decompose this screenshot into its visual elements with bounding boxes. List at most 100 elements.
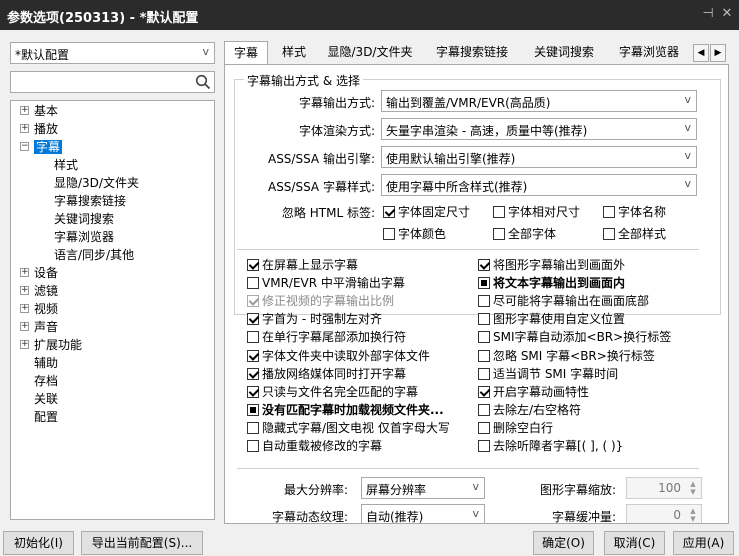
- expand-plus-icon[interactable]: +: [20, 124, 29, 133]
- ignore-html-checkbox[interactable]: 字体名称: [603, 204, 666, 220]
- checkbox-box[interactable]: [247, 277, 259, 290]
- init-button[interactable]: 初始化(I): [3, 531, 74, 555]
- cancel-button[interactable]: 取消(C): [604, 531, 665, 555]
- subtitle-option-checkbox[interactable]: 将图形字幕输出到画面外: [478, 257, 625, 273]
- expand-plus-icon[interactable]: +: [20, 268, 29, 277]
- tree-item[interactable]: + 播放: [20, 120, 58, 138]
- tree-item[interactable]: 样式: [54, 156, 78, 174]
- apply-button[interactable]: 应用(A): [673, 531, 734, 555]
- tree-item[interactable]: + 滤镜: [20, 282, 58, 300]
- image-scale-stepper[interactable]: 100 ▲ ▼: [626, 477, 702, 499]
- tab[interactable]: 显隐/3D/文件夹: [320, 41, 420, 65]
- font-render-select[interactable]: 矢量字串渲染 - 高速，质量中等(推荐) v: [381, 118, 697, 140]
- subtitle-option-checkbox[interactable]: SMI字幕自动添加<BR>换行标签: [478, 329, 671, 345]
- expand-plus-icon[interactable]: +: [20, 322, 29, 331]
- close-icon[interactable]: ✕: [718, 5, 736, 23]
- ignore-html-checkbox[interactable]: 全部字体: [493, 226, 556, 242]
- checkbox-box[interactable]: [493, 228, 505, 240]
- subtitle-option-checkbox[interactable]: 自动重载被修改的字幕: [247, 438, 382, 454]
- subtitle-option-checkbox[interactable]: VMR/EVR 中平滑输出字幕: [247, 275, 405, 291]
- subtitle-option-checkbox[interactable]: 修正视频的字幕输出比例: [247, 293, 394, 309]
- pin-icon[interactable]: ⊣: [699, 5, 717, 23]
- ass-style-select[interactable]: 使用字幕中所含样式(推荐) v: [381, 174, 697, 196]
- subtitle-option-checkbox[interactable]: 在单行字幕尾部添加换行符: [247, 329, 406, 345]
- tree-item[interactable]: 辅助: [34, 354, 58, 372]
- checkbox-box[interactable]: [478, 403, 490, 416]
- checkbox-box[interactable]: [478, 313, 490, 326]
- tree-item[interactable]: 关键词搜索: [54, 210, 114, 228]
- tab[interactable]: 样式: [272, 41, 316, 65]
- checkbox-box[interactable]: [493, 206, 505, 218]
- subtitle-option-checkbox[interactable]: 图形字幕使用自定义位置: [478, 311, 625, 327]
- checkbox-box[interactable]: [247, 367, 259, 380]
- checkbox-box[interactable]: [478, 385, 490, 398]
- subtitle-option-checkbox[interactable]: 字首为 - 时强制左对齐: [247, 311, 382, 327]
- checkbox-box[interactable]: [247, 295, 259, 308]
- subtitle-option-checkbox[interactable]: 适当调节 SMI 字幕时间: [478, 366, 618, 382]
- tree-item[interactable]: + 扩展功能: [20, 336, 82, 354]
- subtitle-option-checkbox[interactable]: 字体文件夹中读取外部字体文件: [247, 348, 430, 364]
- checkbox-box[interactable]: [383, 206, 395, 218]
- ignore-html-checkbox[interactable]: 字体相对尺寸: [493, 204, 580, 220]
- checkbox-box[interactable]: [478, 367, 490, 380]
- settings-tree[interactable]: + 基本 + 播放 − 字幕 样式 显隐/3D/文件夹 字幕搜索链接 关键词搜索 字幕浏览器 语言/同…: [10, 100, 215, 520]
- ignore-html-checkbox[interactable]: 字体颜色: [383, 226, 446, 242]
- checkbox-box[interactable]: [383, 228, 395, 240]
- checkbox-box[interactable]: [478, 421, 490, 434]
- spin-arrows-icon[interactable]: ▲ ▼: [687, 507, 699, 523]
- collapse-minus-icon[interactable]: −: [20, 142, 29, 151]
- export-config-button[interactable]: 导出当前配置(S)...: [81, 531, 203, 555]
- subtitle-option-checkbox[interactable]: 去除听障者字幕[( ], ( )}: [478, 438, 623, 454]
- expand-plus-icon[interactable]: +: [20, 106, 29, 115]
- tree-item[interactable]: 配置: [34, 408, 58, 426]
- output-mode-select[interactable]: 输出到覆盖/VMR/EVR(高品质) v: [381, 90, 697, 112]
- checkbox-box[interactable]: [247, 403, 259, 416]
- checkbox-box[interactable]: [247, 440, 259, 452]
- checkbox-box[interactable]: [247, 331, 259, 344]
- checkbox-box[interactable]: [603, 228, 615, 240]
- checkbox-box[interactable]: [247, 313, 259, 326]
- checkbox-box[interactable]: [247, 421, 259, 434]
- tree-item[interactable]: 存档: [34, 372, 58, 390]
- checkbox-box[interactable]: [247, 259, 259, 271]
- tree-item[interactable]: 显隐/3D/文件夹: [54, 174, 139, 192]
- checkbox-box[interactable]: [478, 259, 490, 271]
- ignore-html-checkbox[interactable]: 字体固定尺寸: [383, 204, 470, 220]
- tab-scroll-right-icon[interactable]: ▶: [710, 44, 726, 62]
- tree-item[interactable]: 字幕搜索链接: [54, 192, 126, 210]
- tab-scroll-left-icon[interactable]: ◀: [693, 44, 709, 62]
- tree-item[interactable]: + 基本: [20, 102, 58, 120]
- tab[interactable]: 字幕搜索链接: [424, 41, 520, 65]
- ignore-html-checkbox[interactable]: 全部样式: [603, 226, 666, 242]
- checkbox-box[interactable]: [247, 385, 259, 398]
- checkbox-box[interactable]: [478, 349, 490, 362]
- checkbox-box[interactable]: [247, 349, 259, 362]
- checkbox-box[interactable]: [478, 295, 490, 308]
- checkbox-box[interactable]: [478, 277, 490, 290]
- search-icon[interactable]: [195, 74, 211, 90]
- tab[interactable]: 字幕: [224, 41, 268, 66]
- tab[interactable]: 字幕浏览器: [608, 41, 690, 65]
- subtitle-option-checkbox[interactable]: 只读与文件名完全匹配的字幕: [247, 384, 418, 400]
- search-input[interactable]: [10, 71, 215, 93]
- subtitle-option-checkbox[interactable]: 开启字幕动画特性: [478, 384, 589, 400]
- subtitle-option-checkbox[interactable]: 隐藏式字幕/图文电视 仅首字母大写: [247, 420, 450, 436]
- expand-plus-icon[interactable]: +: [20, 286, 29, 295]
- spin-arrows-icon[interactable]: ▲ ▼: [687, 480, 699, 496]
- subtitle-option-checkbox[interactable]: 去除左/右空格符: [478, 402, 581, 418]
- subtitle-option-checkbox[interactable]: 没有匹配字幕时加载视频文件夹...: [247, 402, 444, 418]
- tree-item[interactable]: 关联: [34, 390, 58, 408]
- buffer-stepper[interactable]: 0 ▲ ▼: [626, 504, 702, 523]
- expand-plus-icon[interactable]: +: [20, 304, 29, 313]
- subtitle-option-checkbox[interactable]: 播放网络媒体同时打开字幕: [247, 366, 406, 382]
- checkbox-box[interactable]: [603, 206, 615, 218]
- subtitle-option-checkbox[interactable]: 将文本字幕输出到画面内: [478, 275, 625, 291]
- subtitle-option-checkbox[interactable]: 删除空白行: [478, 420, 553, 436]
- subtitle-option-checkbox[interactable]: 尽可能将字幕输出在画面底部: [478, 293, 649, 309]
- tree-item[interactable]: − 字幕: [20, 138, 63, 156]
- ok-button[interactable]: 确定(O): [533, 531, 594, 555]
- tree-item[interactable]: + 视频: [20, 300, 58, 318]
- checkbox-box[interactable]: [478, 440, 490, 452]
- tree-item[interactable]: + 声音: [20, 318, 58, 336]
- expand-plus-icon[interactable]: +: [20, 340, 29, 349]
